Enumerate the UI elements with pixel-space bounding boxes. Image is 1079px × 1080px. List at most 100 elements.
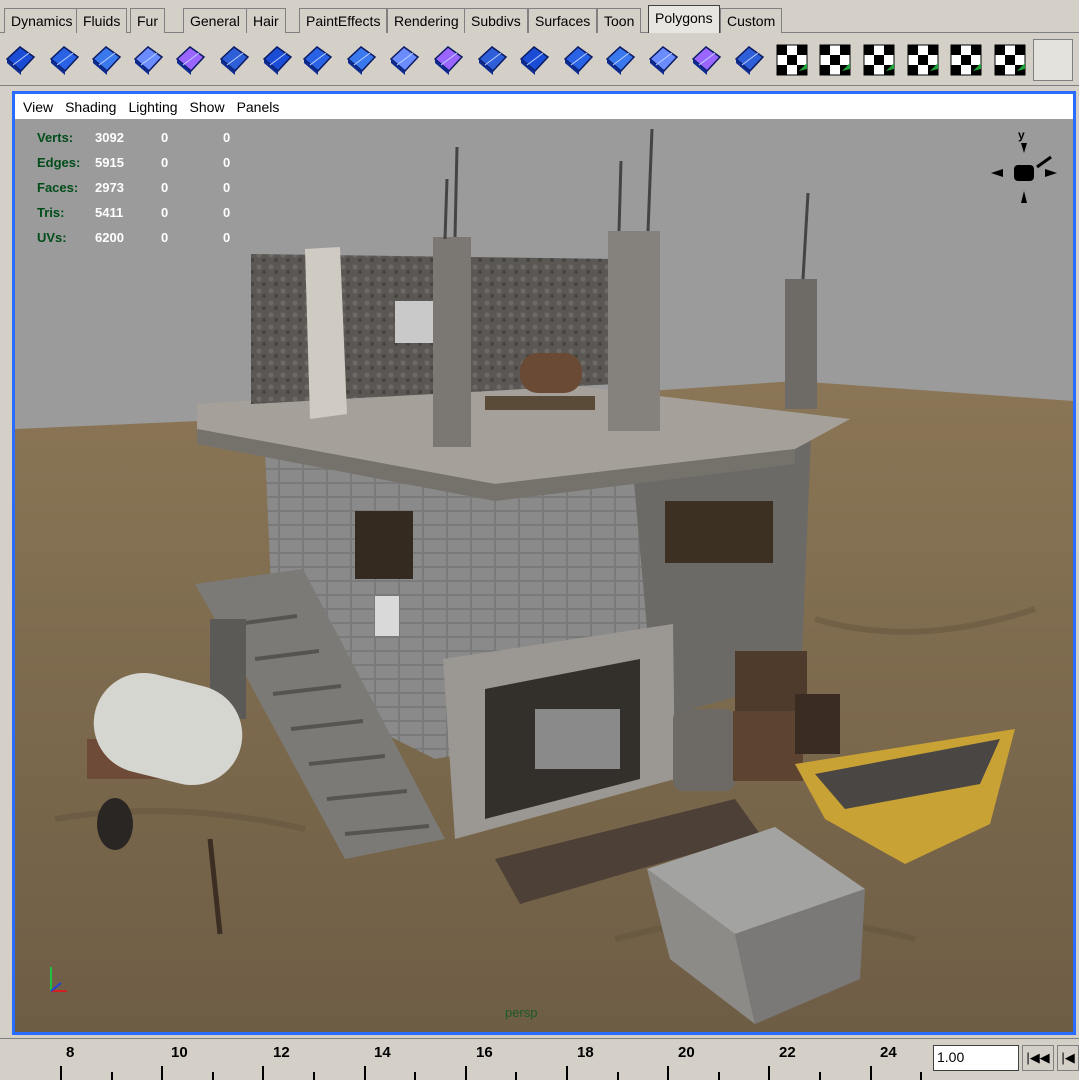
poly-cube-icon[interactable]	[170, 39, 210, 81]
barrel	[673, 709, 735, 791]
poly-duplicate-icon[interactable]	[558, 39, 598, 81]
rebar-2	[453, 146, 459, 238]
tab-surfaces[interactable]: Surfaces	[528, 8, 598, 33]
hud-value: 0	[223, 180, 231, 195]
current-frame-field[interactable]: 1.00	[933, 1045, 1019, 1071]
timeline-tick-label: 12	[273, 1044, 290, 1061]
poly-merge-icon[interactable]	[44, 39, 84, 81]
poly-wedge-icon[interactable]	[341, 39, 381, 81]
poly-bevel-icon[interactable]	[214, 39, 254, 81]
tab-dynamics[interactable]: Dynamics	[4, 8, 80, 33]
timeline-tick	[768, 1066, 770, 1080]
uv-automatic-icon[interactable]	[815, 39, 855, 81]
crate-2	[733, 711, 803, 781]
hud-label: Tris:	[37, 205, 65, 220]
window-left	[355, 511, 413, 579]
ac-unit	[375, 596, 399, 636]
timeline-tick	[212, 1072, 214, 1080]
rebar-1	[443, 178, 449, 240]
uv-editor-icon[interactable]	[990, 39, 1030, 81]
timeline-tick	[920, 1072, 922, 1080]
hud-value: 0	[223, 130, 231, 145]
poly-manipulator-icon[interactable]	[729, 39, 769, 81]
timeline-tick	[566, 1066, 568, 1080]
poly-chamfer-icon[interactable]	[600, 39, 640, 81]
timeline-tick	[718, 1072, 720, 1080]
tab-custom[interactable]: Custom	[720, 8, 783, 33]
timeline-tick-label: 16	[476, 1044, 493, 1061]
hud-value: 6200	[95, 230, 124, 245]
upper-wall-pillar-white	[305, 247, 347, 419]
view-compass-icon[interactable]: y	[985, 129, 1065, 219]
tab-polygons[interactable]: Polygons	[648, 5, 720, 33]
tab-painteffects[interactable]: PaintEffects	[299, 8, 388, 33]
column-2	[608, 231, 660, 431]
timeline-tick	[465, 1066, 467, 1080]
hud-label: Verts:	[37, 130, 74, 145]
time-slider[interactable]: 1.00 |◀◀ |◀ 8 10 12 14 16 18 20 22 24	[0, 1038, 1079, 1080]
roof-planks	[485, 396, 595, 410]
timeline-tick-label: 8	[66, 1044, 75, 1061]
menu-show[interactable]: Show	[190, 99, 225, 115]
timeline-tick	[819, 1072, 821, 1080]
empty-shelf-slot[interactable]	[1033, 39, 1073, 81]
poly-bridge-icon[interactable]	[428, 39, 468, 81]
tab-fluids[interactable]: Fluids	[76, 8, 128, 33]
rebar-5	[801, 192, 810, 280]
poly-append-icon[interactable]	[297, 39, 337, 81]
poly-extrude-icon[interactable]	[86, 39, 126, 81]
timeline-tick	[667, 1066, 669, 1080]
tab-toon[interactable]: Toon	[597, 8, 642, 33]
hud-row-tris: Tris: 5411 0 0	[25, 200, 263, 225]
3d-viewport[interactable]: Verts: 3092 0 0 Edges: 5915 0 0 Faces: 2…	[15, 119, 1073, 1032]
hud-value: 2973	[95, 180, 124, 195]
tab-hair[interactable]: Hair	[246, 8, 286, 33]
menu-panels[interactable]: Panels	[237, 99, 280, 115]
poly-pyramid-icon[interactable]	[384, 39, 424, 81]
step-back-button[interactable]: |◀	[1057, 1045, 1079, 1071]
rewind-button[interactable]: |◀◀	[1022, 1045, 1054, 1071]
timeline-tick-label: 14	[374, 1044, 391, 1061]
poly-split-icon[interactable]	[128, 39, 168, 81]
hud-row-verts: Verts: 3092 0 0	[25, 125, 263, 150]
timeline-tick	[111, 1072, 113, 1080]
poly-cut-icon[interactable]	[257, 39, 297, 81]
menu-view[interactable]: View	[23, 99, 53, 115]
tab-subdivs[interactable]: Subdivs	[464, 8, 528, 33]
timeline-tick-label: 18	[577, 1044, 594, 1061]
menu-lighting[interactable]: Lighting	[128, 99, 177, 115]
hud-value: 3092	[95, 130, 124, 145]
timeline-tick-label: 20	[678, 1044, 695, 1061]
timeline-tick	[364, 1066, 366, 1080]
poly-subdivide-icon[interactable]	[514, 39, 554, 81]
hud-value: 0	[161, 155, 169, 170]
poly-separate-icon[interactable]	[643, 39, 683, 81]
tab-general[interactable]: General	[183, 8, 247, 33]
poly-sphere-icon[interactable]	[0, 39, 40, 81]
uv-layout-icon[interactable]	[946, 39, 986, 81]
menu-shading[interactable]: Shading	[65, 99, 116, 115]
timeline-tick	[617, 1072, 619, 1080]
crate-3	[795, 694, 840, 754]
tab-rendering[interactable]: Rendering	[387, 8, 466, 33]
window-right	[665, 501, 773, 563]
poly-count-hud: Verts: 3092 0 0 Edges: 5915 0 0 Faces: 2…	[25, 125, 263, 250]
timeline-tick-label: 24	[880, 1044, 897, 1061]
hud-row-faces: Faces: 2973 0 0	[25, 175, 263, 200]
timeline-tick	[870, 1066, 872, 1080]
timeline-tick	[414, 1072, 416, 1080]
uv-spherical-icon[interactable]	[903, 39, 943, 81]
hud-value: 0	[161, 230, 169, 245]
perspective-panel: View Shading Lighting Show Panels Verts:…	[12, 91, 1076, 1035]
poly-smooth-icon[interactable]	[472, 39, 512, 81]
uv-cylindrical-icon[interactable]	[859, 39, 899, 81]
hud-value: 5915	[95, 155, 124, 170]
timeline-tick	[313, 1072, 315, 1080]
tab-fur[interactable]: Fur	[130, 8, 165, 33]
timeline-tick	[161, 1066, 163, 1080]
timeline-tick	[515, 1072, 517, 1080]
uv-planar-icon[interactable]	[772, 39, 812, 81]
garage-blocks	[535, 709, 620, 769]
poly-combine-icon[interactable]	[686, 39, 726, 81]
timeline-tick-label: 22	[779, 1044, 796, 1061]
